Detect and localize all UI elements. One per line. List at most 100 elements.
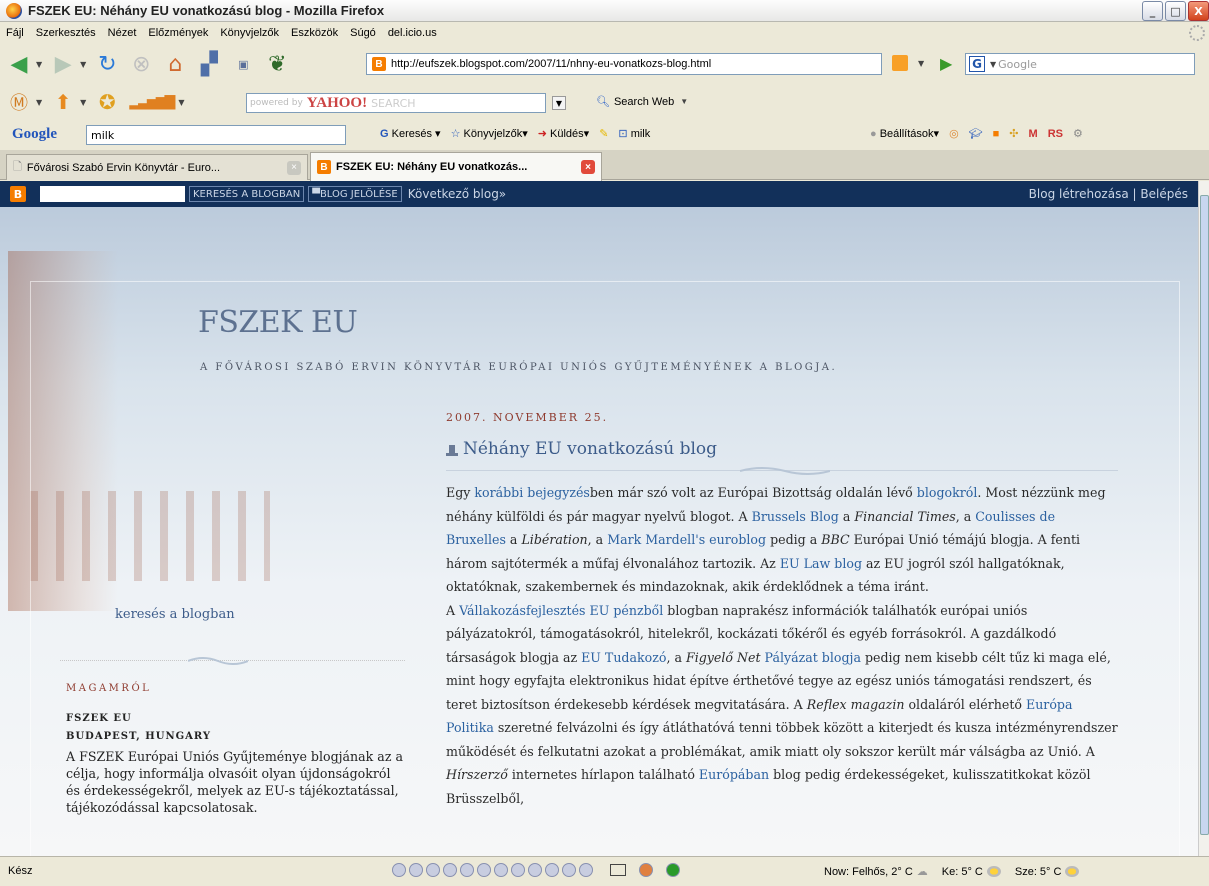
maximize-button[interactable]: □ (1165, 1, 1186, 21)
yahoo-m-button[interactable]: Ⓜ (4, 87, 34, 117)
tab-fszek-library[interactable]: 🗋︎ Fővárosi Szabó Ervin Könyvtár - Euro.… (6, 154, 308, 180)
smiley-icon[interactable] (639, 863, 653, 877)
feather-button[interactable]: ❦ (262, 49, 292, 79)
reload-button[interactable]: ↻ (92, 49, 122, 79)
link-eu-tudakozo[interactable]: EU Tudakozó (581, 650, 666, 665)
yahoo-select-dropdown-icon[interactable]: ▼ (552, 96, 566, 110)
blogger-toolbar-icon[interactable]: ■ (993, 128, 1000, 140)
menu-bookmarks[interactable]: Könyvjelzők (214, 27, 285, 39)
weather-widget[interactable]: Now: Felhős, 2° C ☁ Ke: 5° C Sze: 5° C (824, 865, 1080, 878)
login-link[interactable]: Belépés (1140, 187, 1188, 201)
minimize-button[interactable]: _ (1142, 1, 1163, 21)
media-vol-up-icon[interactable] (545, 863, 559, 877)
media-menu-icon[interactable] (562, 863, 576, 877)
rs-button[interactable]: RS (1048, 128, 1063, 140)
mail-icon[interactable] (610, 864, 626, 876)
google-send-button[interactable]: ➜ Küldés▾ (538, 127, 589, 140)
gmail-icon[interactable]: M (1029, 128, 1038, 140)
menu-help[interactable]: Súgó (344, 27, 382, 39)
link-blogs[interactable]: blogokról (917, 485, 978, 500)
link-palyazat-blog[interactable]: Pályázat blogja (765, 650, 861, 665)
menu-history[interactable]: Előzmények (142, 27, 214, 39)
extra-icon[interactable]: ⚙ (1073, 127, 1083, 140)
url-bar[interactable]: B http://eufszek.blogspot.com/2007/11/nh… (366, 53, 882, 75)
yahoo-m-dropdown-icon[interactable]: ▼ (36, 98, 42, 107)
next-blog-link[interactable]: Következő blog» (408, 187, 506, 201)
menu-view[interactable]: Nézet (102, 27, 143, 39)
tab-fszek-eu[interactable]: B FSZEK EU: Néhány EU vonatkozás... × (310, 152, 602, 181)
back-button[interactable]: ◀ (4, 49, 34, 79)
link-mardell[interactable]: Mark Mardell's euroblog (607, 532, 766, 547)
menu-edit[interactable]: Szerkesztés (30, 27, 102, 39)
text: internetes hírlapon található (507, 767, 699, 782)
scrollbar-thumb[interactable] (1200, 195, 1209, 835)
media-volume-icon[interactable] (511, 863, 525, 877)
google-engine-icon[interactable]: G (969, 56, 985, 72)
spiral-icon[interactable]: ◎ (949, 127, 959, 140)
search-blog-button[interactable]: KERESÉS A BLOGBAN (189, 186, 305, 202)
search-engine-box[interactable]: G ▼ Google (965, 53, 1195, 75)
search-web-button[interactable]: 🔍︎ Search Web ▼ (596, 95, 690, 109)
signal-bars-button[interactable]: ▂▃▅▆▇ (126, 87, 176, 117)
status-text: Kész (8, 865, 33, 877)
post-title[interactable]: Néhány EU vonatkozású blog (446, 439, 717, 459)
create-blog-link[interactable]: Blog létrehozása (1029, 187, 1129, 201)
page-layout-button[interactable]: ▞ (194, 49, 224, 79)
url-dropdown-icon[interactable]: ▼ (918, 59, 924, 68)
highlight-pen-icon[interactable]: ✎ (599, 127, 608, 140)
link-brussels-blog[interactable]: Brussels Blog (752, 509, 839, 524)
back-dropdown-icon[interactable]: ▼ (36, 60, 42, 69)
home-button[interactable]: ⌂ (160, 49, 190, 79)
about-heading: MAGAMRÓL (66, 683, 152, 694)
yahoo-star-button[interactable]: ✪ (92, 87, 122, 117)
media-pause-icon[interactable] (426, 863, 440, 877)
paragraph-1: Egy korábbi bejegyzésben már szó volt az… (446, 481, 1118, 599)
blogger-search-input[interactable] (40, 186, 185, 202)
media-vol-down-icon[interactable] (528, 863, 542, 877)
status-green-icon[interactable] (666, 863, 680, 877)
media-next-icon[interactable] (460, 863, 474, 877)
google-milk-button[interactable]: ⊡ milk (618, 127, 650, 140)
link-earlier-post[interactable]: korábbi bejegyzés (474, 485, 590, 500)
flag-blog-button[interactable]: ▀ BLOG JELÖLÉSE (308, 186, 402, 202)
link-europaban[interactable]: Európában (699, 767, 769, 782)
tab-close-icon[interactable]: × (287, 160, 301, 175)
vertical-scrollbar[interactable] (1198, 181, 1209, 856)
search-web-dropdown-icon[interactable]: ▼ (680, 97, 688, 106)
yahoo-up-button[interactable]: ⬆ (48, 87, 78, 117)
forward-dropdown-icon[interactable]: ▼ (80, 60, 86, 69)
menu-tools[interactable]: Eszközök (285, 27, 344, 39)
link-eu-law-blog[interactable]: EU Law blog (780, 556, 862, 571)
close-window-button[interactable]: X (1188, 1, 1209, 21)
engine-dropdown-icon[interactable]: ▼ (990, 60, 996, 69)
yahoo-up-dropdown-icon[interactable]: ▼ (80, 98, 86, 107)
about-name[interactable]: FSZEK EU (66, 710, 211, 728)
signal-dropdown-icon[interactable]: ▼ (178, 98, 184, 107)
blog-title[interactable]: FSZEK EU (198, 305, 358, 340)
google-search-input[interactable]: milk (86, 125, 346, 145)
sidebar-search-link[interactable]: keresés a blogban (115, 607, 235, 622)
grad-cap-icon[interactable]: 🎓︎ (969, 127, 983, 140)
menu-delicious[interactable]: del.icio.us (382, 27, 443, 39)
google-bookmarks-button[interactable]: ☆ Könyvjelzők▾ (451, 127, 528, 140)
media-eq-icon[interactable] (579, 863, 593, 877)
media-play-icon[interactable] (409, 863, 423, 877)
forward-button[interactable]: ▶ (48, 49, 78, 79)
yahoo-search-input[interactable]: powered by YAHOO! SEARCH (246, 93, 546, 113)
media-prev-icon[interactable] (392, 863, 406, 877)
menu-file[interactable]: Fájl (0, 27, 30, 39)
go-button[interactable]: ▶ (940, 54, 952, 73)
stop-button[interactable]: ⊗ (126, 49, 156, 79)
media-repeat-icon[interactable] (494, 863, 508, 877)
link-vallalkozas[interactable]: Vállakozásfejlesztés EU pénzből (459, 603, 663, 618)
tag-button[interactable]: ▣ (228, 49, 258, 79)
google-search-button[interactable]: G Keresés ▾ (380, 127, 441, 140)
puzzle-icon[interactable]: ✣ (1009, 127, 1018, 140)
tab-close-icon[interactable]: × (581, 160, 595, 174)
media-stop-icon[interactable] (443, 863, 457, 877)
google-settings-button[interactable]: ● Beállítások▾ (870, 127, 939, 140)
blogger-logo-icon[interactable]: B (10, 186, 26, 202)
media-shuffle-icon[interactable] (477, 863, 491, 877)
google-logo[interactable]: Google (12, 126, 57, 143)
rss-feed-icon[interactable] (892, 55, 908, 71)
